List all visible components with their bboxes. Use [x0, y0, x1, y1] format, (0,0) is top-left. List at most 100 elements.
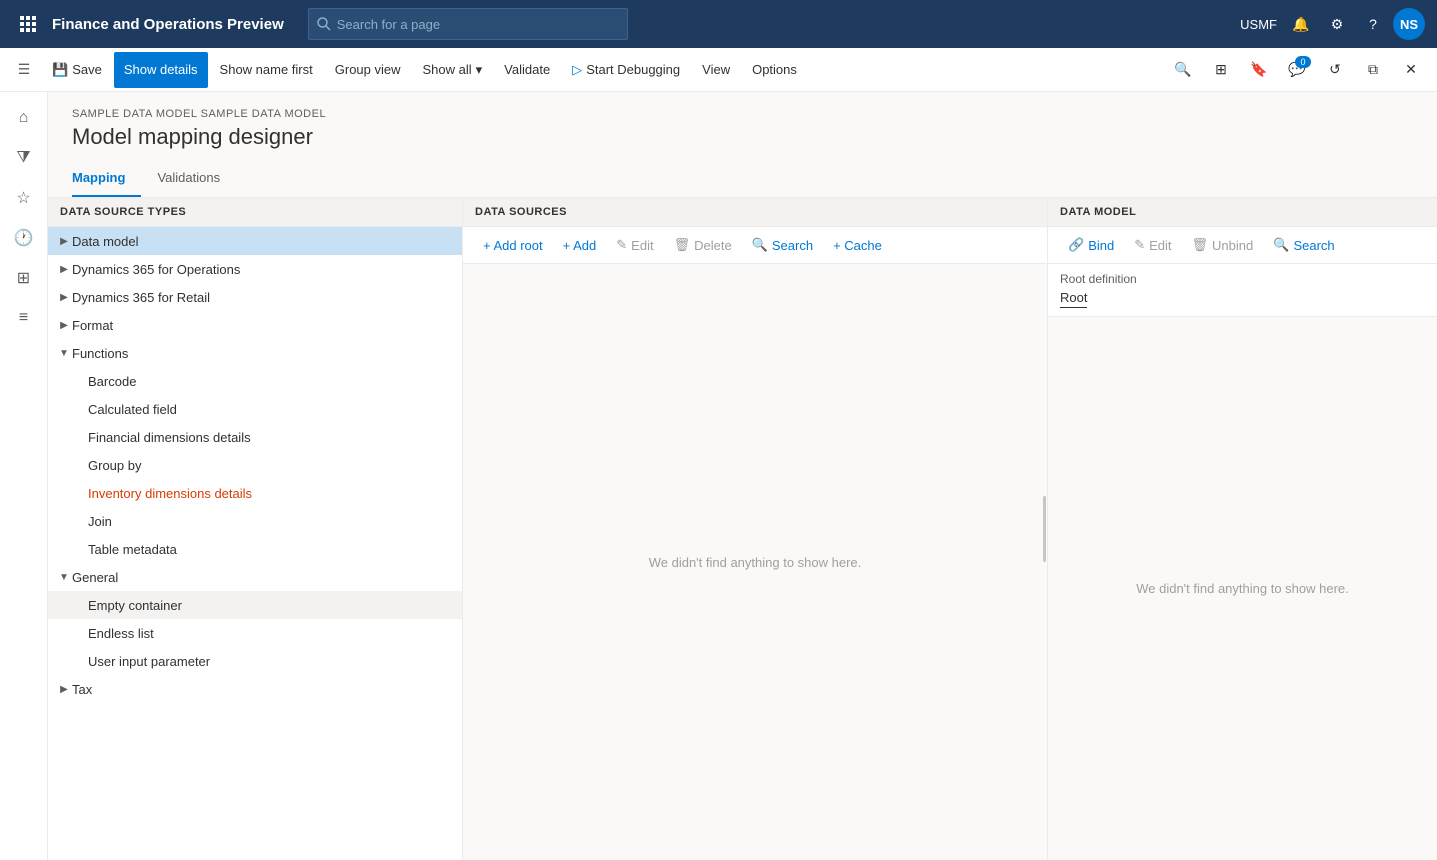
- waffle-icon[interactable]: [12, 8, 44, 40]
- group-view-button[interactable]: Group view: [325, 52, 411, 88]
- tree-label-inventory-dim: Inventory dimensions details: [88, 486, 454, 501]
- view-button[interactable]: View: [692, 52, 740, 88]
- cache-label: + Cache: [833, 238, 882, 253]
- tree-item-format[interactable]: ▶ Format: [48, 311, 462, 339]
- search-button[interactable]: 🔍 Search: [744, 233, 821, 257]
- options-button[interactable]: Options: [742, 52, 807, 88]
- toggle-data-model[interactable]: ▶: [56, 233, 72, 249]
- tree-item-financial-dim[interactable]: ▶ Financial dimensions details: [48, 423, 462, 451]
- message-badge-icon[interactable]: 💬 0: [1279, 52, 1315, 88]
- tree-item-functions[interactable]: ▼ Functions: [48, 339, 462, 367]
- page-header: SAMPLE DATA MODEL SAMPLE DATA MODEL Mode…: [48, 92, 1437, 162]
- edit-icon: ✎: [616, 237, 627, 253]
- show-name-first-button[interactable]: Show name first: [210, 52, 323, 88]
- delete-icon: 🗑: [674, 237, 691, 253]
- tree-item-table-metadata[interactable]: ▶ Table metadata: [48, 535, 462, 563]
- tree-label-join: Join: [88, 514, 454, 529]
- root-def-value: Root: [1060, 290, 1087, 308]
- edit-dm-button[interactable]: ✎ Edit: [1126, 233, 1179, 257]
- delete-button[interactable]: 🗑 Delete: [666, 233, 740, 257]
- tree-item-dynamics-ops[interactable]: ▶ Dynamics 365 for Operations: [48, 255, 462, 283]
- bind-button[interactable]: 🔗 Bind: [1060, 233, 1122, 257]
- toggle-format[interactable]: ▶: [56, 317, 72, 333]
- search-cmd-icon[interactable]: 🔍: [1165, 52, 1201, 88]
- hamburger-icon[interactable]: ☰: [8, 54, 40, 86]
- home-icon[interactable]: ⌂: [6, 100, 42, 136]
- tree-item-tax[interactable]: ▶ Tax: [48, 675, 462, 703]
- data-source-types-panel: DATA SOURCE TYPES ▶ Data model ▶ Dynamic…: [48, 198, 463, 860]
- save-button[interactable]: 💾 Save: [42, 52, 112, 88]
- filter-icon[interactable]: ⧩: [6, 140, 42, 176]
- toggle-dynamics-ops[interactable]: ▶: [56, 261, 72, 277]
- tree-label-group-by: Group by: [88, 458, 454, 473]
- delete-label: Delete: [694, 238, 732, 253]
- external-link-icon[interactable]: ⧉: [1355, 52, 1391, 88]
- toggle-general[interactable]: ▼: [56, 569, 72, 585]
- workspaces-icon[interactable]: ⊞: [6, 260, 42, 296]
- show-details-button[interactable]: Show details: [114, 52, 208, 88]
- global-search-input[interactable]: [337, 17, 619, 32]
- tab-validations[interactable]: Validations: [157, 162, 236, 197]
- bind-label: Bind: [1088, 238, 1114, 253]
- tree-label-calculated-field: Calculated field: [88, 402, 454, 417]
- start-debugging-button[interactable]: ▷ Start Debugging: [562, 52, 690, 88]
- refresh-icon[interactable]: ↺: [1317, 52, 1353, 88]
- tree-label-dynamics-ops: Dynamics 365 for Operations: [72, 262, 454, 277]
- favorites-icon[interactable]: ☆: [6, 180, 42, 216]
- cache-button[interactable]: + Cache: [825, 234, 890, 257]
- edit-button[interactable]: ✎ Edit: [608, 233, 661, 257]
- side-navigation: ⌂ ⧩ ☆ 🕐 ⊞ ≡: [0, 92, 48, 860]
- unbind-button[interactable]: 🗑 Unbind: [1184, 233, 1262, 257]
- tree-item-endless-list[interactable]: ▶ Endless list: [48, 619, 462, 647]
- tree-item-dynamics-retail[interactable]: ▶ Dynamics 365 for Retail: [48, 283, 462, 311]
- recent-icon[interactable]: 🕐: [6, 220, 42, 256]
- modules-icon[interactable]: ≡: [6, 300, 42, 336]
- settings-icon[interactable]: ⚙: [1321, 8, 1353, 40]
- tree-label-barcode: Barcode: [88, 374, 454, 389]
- toggle-functions[interactable]: ▼: [56, 345, 72, 361]
- tree-label-functions: Functions: [72, 346, 454, 361]
- edit-dm-icon: ✎: [1134, 237, 1145, 253]
- search-dm-button[interactable]: 🔍 Search: [1265, 233, 1342, 257]
- tree-item-user-input[interactable]: ▶ User input parameter: [48, 647, 462, 675]
- debug-icon: ▷: [572, 62, 582, 78]
- edit-dm-label: Edit: [1149, 238, 1171, 253]
- tree-item-barcode[interactable]: ▶ Barcode: [48, 367, 462, 395]
- global-search[interactable]: [308, 8, 628, 40]
- close-icon[interactable]: ✕: [1393, 52, 1429, 88]
- tree-item-group-by[interactable]: ▶ Group by: [48, 451, 462, 479]
- tab-bar: Mapping Validations: [48, 162, 1437, 198]
- tree-label-financial-dim: Financial dimensions details: [88, 430, 454, 445]
- tree-item-empty-container[interactable]: ▶ Empty container: [48, 591, 462, 619]
- tree-label-data-model: Data model: [72, 234, 454, 249]
- search-icon: 🔍: [752, 237, 768, 253]
- main-layout: ⌂ ⧩ ☆ 🕐 ⊞ ≡ SAMPLE DATA MODEL SAMPLE DAT…: [0, 92, 1437, 860]
- add-button[interactable]: + Add: [555, 234, 605, 257]
- root-def-label: Root definition: [1060, 272, 1425, 286]
- bookmark-icon[interactable]: 🔖: [1241, 52, 1277, 88]
- tab-mapping[interactable]: Mapping: [72, 162, 141, 197]
- tree-item-general[interactable]: ▼ General: [48, 563, 462, 591]
- add-root-button[interactable]: + Add root: [475, 234, 551, 257]
- cmd-right-actions: 🔍 ⊞ 🔖 💬 0 ↺ ⧉ ✕: [1165, 52, 1429, 88]
- toggle-dynamics-retail[interactable]: ▶: [56, 289, 72, 305]
- notification-icon[interactable]: 🔔: [1285, 8, 1317, 40]
- validate-button[interactable]: Validate: [494, 52, 560, 88]
- tree-item-data-model[interactable]: ▶ Data model: [48, 227, 462, 255]
- splitter-handle[interactable]: [1043, 496, 1046, 562]
- content-area: SAMPLE DATA MODEL SAMPLE DATA MODEL Mode…: [48, 92, 1437, 860]
- tree-label-user-input: User input parameter: [88, 654, 454, 669]
- edit-label: Edit: [631, 238, 653, 253]
- show-all-button[interactable]: Show all ▾: [413, 52, 493, 88]
- tree-item-calculated-field[interactable]: ▶ Calculated field: [48, 395, 462, 423]
- breadcrumb: SAMPLE DATA MODEL SAMPLE DATA MODEL: [72, 108, 1413, 120]
- help-icon[interactable]: ?: [1357, 8, 1389, 40]
- avatar[interactable]: NS: [1393, 8, 1425, 40]
- tree-item-join[interactable]: ▶ Join: [48, 507, 462, 535]
- tree-item-inventory-dim[interactable]: ▶ Inventory dimensions details: [48, 479, 462, 507]
- tree-label-table-metadata: Table metadata: [88, 542, 454, 557]
- app-title: Finance and Operations Preview: [52, 16, 284, 33]
- apps-icon[interactable]: ⊞: [1203, 52, 1239, 88]
- toggle-tax[interactable]: ▶: [56, 681, 72, 697]
- command-bar: ☰ 💾 Save Show details Show name first Gr…: [0, 48, 1437, 92]
